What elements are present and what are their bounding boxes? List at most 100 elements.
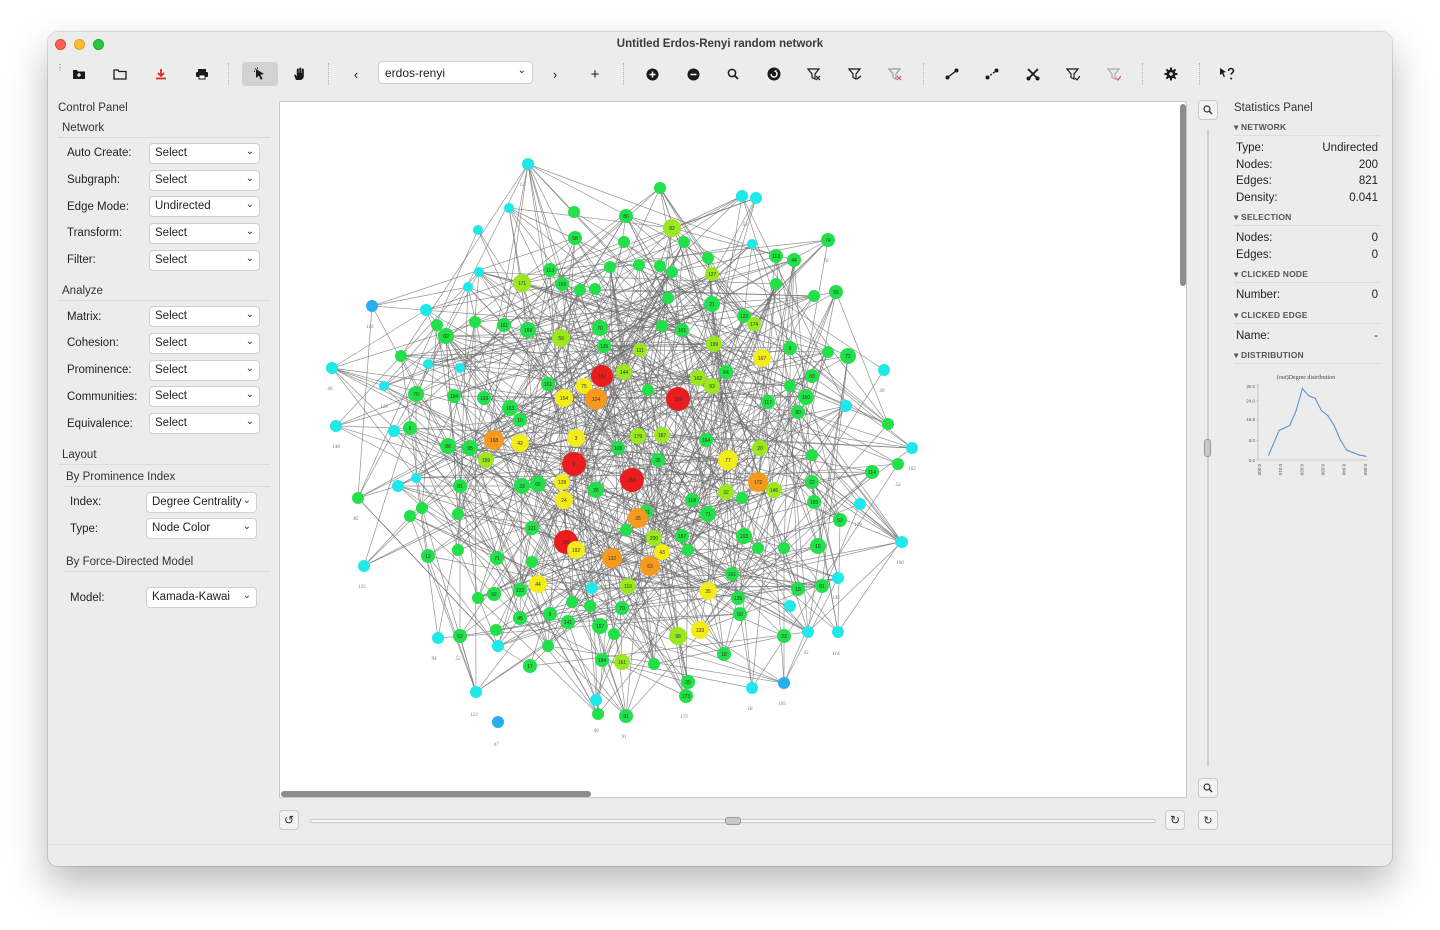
graph-edge[interactable] (707, 590, 725, 655)
graph-node[interactable] (840, 400, 852, 412)
graph-edge[interactable] (527, 163, 777, 257)
graph-node[interactable] (522, 158, 534, 170)
graph-node[interactable] (784, 600, 796, 612)
graph-node[interactable] (330, 420, 342, 432)
matrix-select[interactable]: Select ⌄ (149, 306, 260, 328)
graph-node[interactable] (654, 260, 666, 272)
graph-edge[interactable] (527, 163, 562, 339)
graph-node[interactable] (618, 236, 630, 248)
graph-edge[interactable] (459, 635, 477, 693)
zoom-out-icon[interactable] (678, 62, 708, 86)
graph-node[interactable] (463, 282, 473, 292)
graph-node[interactable] (620, 524, 632, 536)
graph-node[interactable] (747, 239, 757, 249)
vertical-scroll-thumb[interactable] (1180, 104, 1186, 286)
distribution-section-title[interactable]: ▾ DISTRIBUTION (1234, 350, 1380, 364)
graph-node[interactable] (806, 449, 818, 461)
graph-node[interactable] (526, 556, 538, 568)
graph-node[interactable] (752, 542, 764, 554)
reset-view-icon[interactable]: ↻ (1198, 810, 1218, 830)
graph-node[interactable] (432, 632, 444, 644)
graph-node[interactable] (895, 537, 905, 547)
index-select[interactable]: Degree Centrality ⌄ (146, 491, 257, 513)
graph-node[interactable] (452, 508, 464, 520)
scissors-icon[interactable] (1018, 62, 1048, 86)
graph-node[interactable] (832, 572, 844, 584)
type-select[interactable]: Node Color ⌄ (146, 518, 257, 540)
graph-canvas[interactable]: 86 82 58 74 113 44 113 127 171 169 21 55 122 174 161 16… (279, 101, 1187, 798)
graph-node[interactable] (666, 266, 678, 278)
graph-node[interactable] (802, 626, 814, 638)
graph-node[interactable] (682, 544, 694, 556)
graph-node[interactable] (906, 442, 918, 454)
model-select[interactable]: Kamada-Kawai ⌄ (146, 587, 257, 609)
graph-node[interactable] (473, 225, 483, 235)
graph-node[interactable] (326, 362, 338, 374)
graph-node[interactable] (778, 542, 790, 554)
subgraph-select[interactable]: Select ⌄ (149, 169, 260, 191)
clicked-node-section-title[interactable]: ▾ CLICKED NODE (1234, 269, 1380, 283)
maximize-window-button[interactable] (93, 39, 104, 50)
graph-node[interactable] (366, 300, 378, 312)
graph-node[interactable] (474, 267, 484, 277)
graph-edge[interactable] (475, 585, 629, 693)
graph-node[interactable] (411, 473, 421, 483)
selection-section-title[interactable]: ▾ SELECTION (1234, 212, 1380, 226)
graph-edge[interactable] (743, 243, 753, 317)
cohesion-select[interactable]: Select ⌄ (149, 332, 260, 354)
filter-clear-icon[interactable] (880, 62, 910, 86)
prev-icon[interactable]: ‹ (341, 62, 371, 86)
add-icon[interactable]: + (580, 62, 610, 86)
graph-node[interactable] (750, 192, 762, 204)
graph-node[interactable] (648, 658, 660, 670)
graph-node[interactable] (420, 304, 432, 316)
graph-node[interactable] (892, 458, 904, 470)
graph-node[interactable] (455, 363, 465, 373)
filter-select[interactable]: Select ⌄ (149, 249, 260, 271)
filter-nodes-icon[interactable] (799, 62, 829, 86)
graph-node[interactable] (584, 600, 596, 612)
graph-edge[interactable] (331, 367, 533, 563)
graph-node[interactable] (388, 425, 400, 437)
graph-node[interactable] (882, 418, 894, 430)
auto-create-select[interactable]: Select ⌄ (149, 142, 260, 164)
prominence-select[interactable]: Select ⌄ (149, 359, 260, 381)
graph-node[interactable] (778, 677, 790, 689)
filter-edges-icon[interactable] (840, 62, 870, 86)
filter-apply-icon[interactable] (1058, 62, 1088, 86)
next-icon[interactable]: › (540, 62, 570, 86)
graph-node[interactable] (574, 284, 586, 296)
search-icon[interactable] (718, 62, 748, 86)
graph-node[interactable] (504, 203, 514, 213)
settings-icon[interactable] (1156, 62, 1186, 86)
graph-node[interactable] (423, 359, 433, 369)
graph-node[interactable] (470, 686, 482, 698)
graph-node[interactable] (566, 596, 578, 608)
horizontal-scroll-thumb[interactable] (281, 791, 591, 797)
help-icon[interactable] (1212, 62, 1242, 86)
minimize-window-button[interactable] (74, 39, 85, 50)
graph-node[interactable] (642, 384, 654, 396)
graph-edge[interactable] (331, 367, 385, 387)
graph-node[interactable] (392, 480, 404, 492)
select-pointer-icon[interactable] (242, 62, 278, 86)
graph-edge[interactable] (357, 305, 373, 499)
graph-node[interactable] (746, 682, 758, 694)
graph-edge[interactable] (427, 555, 477, 693)
graph-edge[interactable] (741, 195, 847, 407)
graph-node[interactable] (589, 283, 601, 295)
graph-node[interactable] (472, 592, 484, 604)
edge-remove-icon[interactable] (977, 62, 1007, 86)
graph-node[interactable] (404, 510, 416, 522)
graph-edge[interactable] (741, 195, 807, 398)
graph-node[interactable] (590, 694, 602, 706)
graph-node[interactable] (492, 716, 504, 728)
graph-node[interactable] (490, 624, 502, 636)
graph-node[interactable] (784, 380, 796, 392)
rotate-icon[interactable] (759, 62, 789, 86)
graph-node[interactable] (452, 544, 464, 556)
graph-node[interactable] (492, 640, 504, 652)
graph-node[interactable] (416, 502, 428, 514)
zoom-in-small-icon[interactable] (1198, 100, 1218, 120)
graph-node[interactable] (770, 278, 782, 290)
